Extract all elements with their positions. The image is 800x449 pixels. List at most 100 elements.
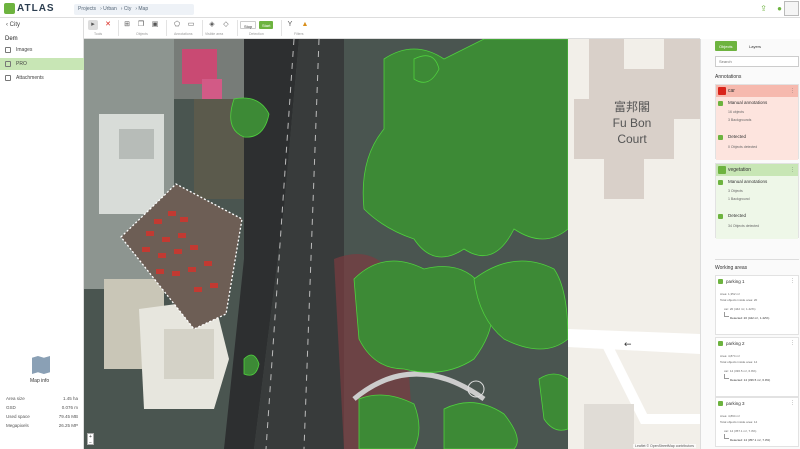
building-roof (202, 79, 222, 99)
toolbar-divider (166, 20, 167, 36)
toolbar-group-label: Filters (294, 32, 304, 36)
area-icon[interactable]: ◈ (207, 20, 217, 30)
more-icon[interactable]: ⋮ (790, 278, 795, 284)
layers-icon (5, 61, 11, 67)
checkbox[interactable] (718, 341, 723, 346)
working-area-name: parking 2 (726, 341, 745, 346)
object-count: 3 Objects (728, 189, 743, 193)
info-label: Megapixels (6, 423, 29, 428)
objects-icon[interactable]: ⊞ (122, 20, 132, 30)
map-toolbar: ▸ ✕ Tools ⊞ ❐ ▣ Objects ⬠ ▭ Annotations … (84, 18, 700, 39)
more-icon[interactable]: ⋮ (790, 400, 795, 406)
more-icon[interactable]: ⋮ (790, 167, 795, 173)
working-area-card[interactable]: parking 1 ⋮ Area: 1,352 m² Total objects… (715, 275, 799, 335)
toolbar-group-label: Tools (94, 32, 103, 36)
search-input[interactable] (715, 56, 799, 67)
toolbar-divider (118, 20, 119, 36)
building (119, 129, 154, 159)
breadcrumb-item[interactable]: Urban (103, 6, 117, 12)
avatar[interactable] (784, 1, 799, 16)
stop-button[interactable]: Stop (240, 21, 257, 29)
tree-branch (724, 434, 729, 439)
toolbar-divider (202, 20, 203, 36)
upload-icon[interactable]: ⇪ (760, 4, 767, 13)
detected-stat: Detected: 14 (357.1 m², 7.3%) (730, 438, 771, 442)
more-icon[interactable]: ⋮ (790, 88, 795, 94)
divider (715, 259, 799, 260)
info-label: Area size (6, 396, 25, 401)
info-label: Used space (6, 414, 30, 419)
more-icon[interactable]: ⋮ (790, 340, 795, 346)
class-card-vegetation[interactable]: vegetation ⋮ Manual annotations 3 Object… (715, 163, 799, 239)
working-areas-title: Working areas (715, 265, 748, 271)
background-count: 1 Background (728, 197, 750, 201)
sidebar-item-attachments[interactable]: Attachments (0, 72, 84, 84)
info-megapixels: Megapixels 26.25 MP (6, 423, 78, 428)
class-card-header: car ⋮ (716, 85, 798, 97)
class-card-car[interactable]: car ⋮ Manual annotations 16 objects 3 Ba… (715, 84, 799, 160)
object-count: 16 objects (728, 110, 744, 114)
delete-icon[interactable]: ✕ (103, 20, 113, 30)
total-objects: Total objects inside area: 14 (720, 360, 758, 364)
polygon-icon[interactable]: ⬠ (172, 20, 182, 30)
toolbar-group-label: Annotations (174, 32, 193, 36)
info-value: 1.45 ha (62, 396, 78, 401)
detected-label: Detected (728, 134, 747, 139)
select-tool-icon[interactable]: ▸ (88, 20, 98, 30)
start-button[interactable]: Start (259, 21, 274, 29)
filter-icon[interactable]: Y (285, 20, 295, 30)
class-card-body: Manual annotations 16 objects 3 Backgrou… (716, 97, 798, 160)
rectangle-icon[interactable]: ▭ (186, 20, 196, 30)
checkbox[interactable] (718, 101, 723, 106)
back-link[interactable]: ‹ City (6, 22, 20, 28)
toolbar-group-label: Detection (249, 32, 264, 36)
copy-icon[interactable]: ❐ (136, 20, 146, 30)
class-stat: car: 14 (357.1 m², 7.3%) (724, 429, 757, 433)
notification-icon[interactable]: ● (777, 4, 782, 13)
sidebar-item-label: PRO (16, 61, 27, 67)
tab-objects[interactable]: Objects (715, 41, 737, 51)
area-edit-icon[interactable]: ◇ (221, 20, 231, 30)
tab-layers[interactable]: Layers (745, 41, 765, 51)
tab-label: Layers (749, 44, 762, 49)
working-area-card[interactable]: parking 2 ⋮ Area: 4,874 m² Total objects… (715, 337, 799, 397)
color-icon[interactable]: ▲ (300, 20, 310, 30)
map-view[interactable]: 富邦閣 Fu Bon Court ← + − Leaflet © OpenStre… (84, 39, 700, 449)
checkbox[interactable] (718, 180, 723, 185)
detected-stat: Detected: 20 (442 m², 1.42%) (730, 316, 770, 320)
checkbox[interactable] (718, 214, 723, 219)
app-title: ATLAS (17, 3, 55, 14)
class-stat: car: 20 (442 m², 1.42%) (724, 307, 756, 311)
map-info-title: Map info (30, 378, 50, 384)
area-size: Area: 4,874 m² (720, 354, 740, 358)
breadcrumb: Projects › Urban › Cty › Map (74, 4, 194, 15)
sidebar-item-label: Images (16, 47, 33, 53)
area-size: Area: 4,894 m² (720, 414, 740, 418)
breadcrumb-item[interactable]: Map (138, 6, 148, 12)
sidebar-item-images[interactable]: Images (0, 44, 84, 56)
sidebar-item-pro[interactable]: PRO (0, 58, 84, 70)
annotations-title: Annotations (715, 74, 742, 80)
one-way-arrow-icon: ← (624, 340, 632, 350)
info-used-space: Used space 79.45 MB (6, 414, 78, 419)
breadcrumb-item[interactable]: Projects (78, 6, 96, 12)
info-value: 26.25 MP (58, 423, 78, 428)
image-icon[interactable]: ▣ (150, 20, 160, 30)
checkbox[interactable] (718, 135, 723, 140)
sidebar-item-label: Attachments (16, 75, 44, 81)
tree-branch (724, 312, 729, 317)
checkbox[interactable] (718, 401, 723, 406)
checkbox[interactable] (718, 279, 723, 284)
toolbar-group-label: Objects (136, 32, 148, 36)
building (164, 329, 214, 379)
project-name: Dem (5, 36, 18, 42)
breadcrumb-item[interactable]: Cty (124, 6, 132, 12)
working-area-card[interactable]: parking 3 ⋮ Area: 4,894 m² Total objects… (715, 397, 799, 447)
zoom-control[interactable]: + − (87, 433, 94, 446)
toolbar-divider (237, 20, 238, 36)
class-name: car (728, 88, 735, 94)
tree-branch (724, 374, 729, 379)
class-color-swatch (718, 87, 726, 95)
class-color-swatch (718, 166, 726, 174)
class-stat: car: 14 (336.5 m², 6.9%) (724, 369, 757, 373)
